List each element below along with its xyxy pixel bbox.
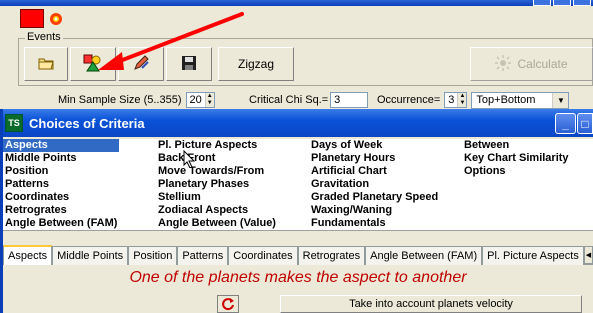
criteria-item[interactable]: Waxing/Waning bbox=[309, 204, 440, 217]
criteria-item[interactable]: Gravitation bbox=[309, 178, 440, 191]
pencil-brush-icon bbox=[132, 54, 150, 75]
criteria-item[interactable]: Artificial Chart bbox=[309, 165, 440, 178]
criteria-item[interactable]: Patterns bbox=[3, 178, 119, 191]
tab-position[interactable]: Position bbox=[128, 246, 178, 265]
tab-patterns[interactable]: Patterns bbox=[177, 246, 229, 265]
criteria-item[interactable]: Move Towards/From bbox=[156, 165, 278, 178]
calculate-button[interactable]: Calculate bbox=[470, 47, 593, 81]
criteria-list: Aspects Middle Points Position Patterns … bbox=[3, 139, 593, 231]
criteria-tab-bar: Aspects Middle Points Position Patterns … bbox=[3, 245, 593, 265]
criteria-item[interactable]: Fundamentals bbox=[309, 217, 440, 230]
criteria-item[interactable]: Retrogrates bbox=[3, 204, 119, 217]
floppy-disk-icon bbox=[181, 55, 197, 74]
criteria-item[interactable]: Middle Points bbox=[3, 152, 119, 165]
criteria-item[interactable]: Options bbox=[462, 165, 571, 178]
events-label: Events bbox=[25, 31, 63, 43]
criteria-button[interactable] bbox=[70, 47, 116, 81]
criteria-column-1: Aspects Middle Points Position Patterns … bbox=[3, 139, 120, 230]
dialog-minimize-button[interactable]: _ bbox=[555, 113, 576, 134]
criteria-item[interactable]: Graded Planetary Speed bbox=[309, 191, 440, 204]
criteria-item[interactable]: Angle Between (Value) bbox=[156, 217, 278, 230]
dialog-title: Choices of Criteria bbox=[29, 115, 145, 131]
criteria-item[interactable]: Angle Between (FAM) bbox=[3, 217, 119, 230]
calculate-label: Calculate bbox=[517, 57, 568, 71]
aspect-description: One of the planets makes the aspect to a… bbox=[129, 269, 467, 286]
save-button[interactable] bbox=[166, 47, 212, 81]
criteria-shapes-icon bbox=[82, 54, 104, 75]
open-folder-button[interactable] bbox=[24, 47, 68, 81]
tab-coordinates[interactable]: Coordinates bbox=[228, 246, 298, 265]
critical-chi-row: Critical Chi Sq.= 3 bbox=[249, 92, 369, 108]
tab-angle-between-fam[interactable]: Angle Between (FAM) bbox=[365, 246, 483, 265]
min-sample-row: Min Sample Size (5..355) 20 ▲ ▼ bbox=[58, 92, 215, 108]
tab-middle-points[interactable]: Middle Points bbox=[52, 246, 129, 265]
criteria-item[interactable]: Coordinates bbox=[3, 191, 119, 204]
criteria-column-4: Between Key Chart Similarity Options bbox=[462, 139, 571, 178]
dialog-titlebar: TS Choices of Criteria _ □ bbox=[3, 109, 593, 137]
criteria-column-3: Days of Week Planetary Hours Artificial … bbox=[309, 139, 440, 230]
occurrence-stepper[interactable]: 3 ▲ ▼ bbox=[444, 92, 468, 108]
occurrence-row: Occurrence= 3 ▲ ▼ Top+Bottom ▼ bbox=[377, 91, 570, 109]
min-sample-stepper[interactable]: 20 ▲ ▼ bbox=[185, 92, 215, 108]
critical-chi-label: Critical Chi Sq.= bbox=[249, 94, 329, 106]
sun-icon bbox=[495, 54, 512, 74]
criteria-item[interactable]: Stellium bbox=[156, 191, 278, 204]
tab-retrogrates[interactable]: Retrogrates bbox=[297, 246, 366, 265]
criteria-item[interactable]: Planetary Hours bbox=[309, 152, 440, 165]
critical-chi-input[interactable]: 3 bbox=[330, 92, 369, 108]
criteria-item[interactable]: Zodiacal Aspects bbox=[156, 204, 278, 217]
settings-gear-icon[interactable] bbox=[48, 11, 64, 27]
refresh-icon[interactable] bbox=[217, 295, 239, 313]
occurrence-label: Occurrence= bbox=[377, 94, 441, 106]
open-folder-icon bbox=[38, 56, 54, 73]
occurrence-mode-select[interactable]: Top+Bottom ▼ bbox=[471, 91, 570, 109]
criteria-item[interactable]: Planetary Phases bbox=[156, 178, 278, 191]
color-swatch-button[interactable] bbox=[20, 9, 44, 28]
edit-pencil-button[interactable] bbox=[118, 47, 164, 81]
chevron-down-icon[interactable]: ▼ bbox=[552, 92, 569, 108]
criteria-item-aspects[interactable]: Aspects bbox=[3, 139, 120, 152]
criteria-item[interactable]: Days of Week bbox=[309, 139, 440, 152]
mouse-cursor-icon bbox=[183, 149, 196, 171]
criteria-item[interactable]: Back/Front bbox=[156, 152, 278, 165]
tab-pl-picture-aspects[interactable]: Pl. Picture Aspects bbox=[482, 246, 584, 265]
tab-scroll-left-icon[interactable]: ◀ bbox=[583, 246, 593, 264]
criteria-item[interactable]: Pl. Picture Aspects bbox=[156, 139, 278, 152]
tab-aspects[interactable]: Aspects bbox=[3, 245, 53, 265]
criteria-item[interactable]: Key Chart Similarity bbox=[462, 152, 571, 165]
min-sample-label: Min Sample Size (5..355) bbox=[58, 94, 182, 106]
criteria-item[interactable]: Position bbox=[3, 165, 119, 178]
criteria-item[interactable]: Between bbox=[462, 139, 571, 152]
velocity-toggle-button[interactable]: Take into account planets velocity bbox=[280, 295, 582, 313]
dialog-maximize-button[interactable]: □ bbox=[577, 113, 593, 134]
top-toolbar bbox=[0, 6, 593, 32]
zigzag-button[interactable]: Zigzag bbox=[218, 47, 294, 81]
criteria-column-2: Pl. Picture Aspects Back/Front Move Towa… bbox=[156, 139, 278, 230]
choices-of-criteria-dialog: TS Choices of Criteria _ □ Aspects Middl… bbox=[0, 109, 593, 313]
app-logo-icon: TS bbox=[5, 114, 23, 132]
